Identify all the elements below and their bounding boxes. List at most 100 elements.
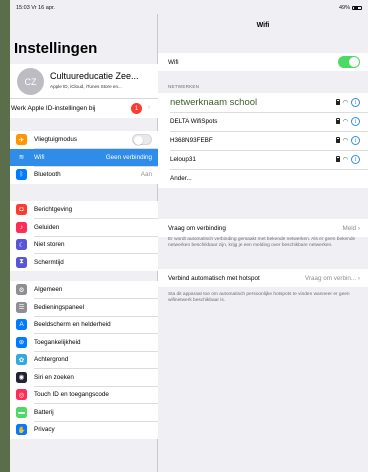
apple-id-profile[interactable]: CZ Cultuureducatie Zee... Apple ID, iClo… (10, 64, 158, 98)
chevron-right-icon: › (148, 104, 151, 111)
network-row[interactable]: DELTA WifiSpots ◠ i (158, 112, 368, 131)
battery-icon: ▬ (16, 406, 27, 418)
wifi-signal-icon: ◠ (342, 137, 348, 144)
wifi-toggle-label: Wifi (168, 58, 179, 66)
network-row[interactable]: netwerknaam school ◠ i (158, 93, 368, 112)
auto-hotspot-note: Sta dit apparaat toe om automatisch pers… (168, 292, 350, 303)
sidebar-item-touch-id-en-toegangscode[interactable]: ◎ Touch ID en toegangscode (10, 386, 158, 404)
sidebar-item-label: Vliegtuigmodus (34, 136, 78, 144)
info-icon[interactable]: i (351, 98, 360, 107)
sidebar-item-label: Wifi (34, 153, 45, 161)
hourglass-icon: ⧗ (16, 256, 27, 268)
connectivity-group: ✈ Vliegtuigmodus ≋ Wifi Geen verbinding ᛒ Blue… (10, 131, 158, 184)
siri-icon: ◉ (16, 371, 27, 383)
wifi-detail-pane: Wifi Wifi NETWERKEN netwerknaam school ◠ i… (158, 14, 368, 472)
ask-to-join-value: Meld › (342, 224, 360, 232)
other-network-label: Ander... (170, 175, 192, 182)
ask-to-join-row[interactable]: Vraag om verbinding Meld › (158, 219, 368, 237)
gear-icon: ⚙ (16, 284, 27, 296)
networks-header: NETWERKEN (168, 84, 200, 89)
sidebar-item-beeldscherm-en-helderheid[interactable]: A Beeldscherm en helderheid (10, 316, 158, 334)
sidebar-item-wifi[interactable]: ≋ Wifi Geen verbinding (10, 148, 158, 166)
wifi-toggle[interactable] (338, 56, 360, 68)
wallpaper-icon: ✿ (16, 354, 27, 366)
hotspot-group: Verbind automatisch met hotspot Vraag om… (158, 269, 368, 287)
sidebar-item-berichtgeving[interactable]: ◘ Berichtgeving (10, 201, 158, 219)
battery-icon (352, 5, 362, 11)
sidebar-item-label: Siri en zoeken (34, 373, 74, 381)
page-title: Instellingen (14, 40, 98, 57)
sidebar-item-value: Aan (140, 171, 152, 179)
wifi-toggle-group: Wifi (158, 53, 368, 71)
info-icon[interactable]: i (351, 136, 360, 145)
info-icon[interactable]: i (351, 155, 360, 164)
sidebar-item-label: Beeldscherm en helderheid (34, 321, 111, 329)
profile-subtitle: Apple ID, iCloud, iTunes Store en... (50, 84, 122, 89)
notifications-icon: ◘ (16, 204, 27, 216)
lock-icon (335, 155, 341, 163)
battery-percent: 49% (338, 5, 350, 11)
network-row[interactable]: Leloup31 ◠ i (158, 150, 368, 169)
wifi-signal-icon: ◠ (342, 99, 348, 106)
network-name: H368N93FEBF (170, 137, 213, 144)
notification-badge: 1 (131, 103, 142, 114)
ask-to-join-label: Vraag om verbinding (168, 224, 226, 232)
sidebar-item-label: Batterij (34, 408, 54, 416)
sidebar-item-label: Bluetooth (34, 171, 61, 179)
sidebar-item-batterij[interactable]: ▬ Batterij (10, 404, 158, 422)
wifi-icon: ≋ (16, 151, 27, 163)
airplane-icon: ✈ (16, 134, 27, 146)
status-time: 15:03 Vr 16 apr. (16, 5, 55, 11)
sidebar-item-label: Berichtgeving (34, 206, 73, 214)
networks-list: netwerknaam school ◠ i DELTA WifiSpots ◠ i H36… (158, 93, 368, 188)
network-name: DELTA WifiSpots (170, 118, 218, 125)
lock-icon (335, 117, 341, 125)
sidebar-item-label: Schermtijd (34, 258, 64, 266)
sounds-icon: ♪ (16, 221, 27, 233)
sidebar-item-geluiden[interactable]: ♪ Geluiden (10, 219, 158, 237)
sidebar-item-label: Toegankelijkheid (34, 338, 81, 346)
airplane-mode-toggle[interactable] (132, 134, 152, 146)
sidebar-item-schermtijd[interactable]: ⧗ Schermtijd (10, 254, 158, 272)
info-icon[interactable]: i (351, 117, 360, 126)
sidebar-item-achtergrond[interactable]: ✿ Achtergrond (10, 351, 158, 369)
network-name: Leloup31 (170, 156, 196, 163)
avatar: CZ (17, 68, 44, 95)
auto-hotspot-row[interactable]: Verbind automatisch met hotspot Vraag om… (158, 269, 368, 287)
sidebar-item-label: Privacy (34, 426, 55, 434)
auto-hotspot-label: Verbind automatisch met hotspot (168, 274, 260, 282)
other-network-row[interactable]: Ander... (158, 169, 368, 188)
auto-hotspot-value: Vraag om verbin... › (304, 274, 360, 282)
network-row[interactable]: H368N93FEBF ◠ i (158, 131, 368, 150)
lock-icon (335, 98, 341, 106)
update-apple-id-label: Werk Apple ID-instellingen bij (11, 105, 96, 112)
wifi-signal-icon: ◠ (342, 118, 348, 125)
settings-sidebar: Instellingen CZ Cultuureducatie Zee... A… (10, 14, 158, 472)
fingerprint-icon: ◎ (16, 389, 27, 401)
lock-icon (335, 136, 341, 144)
sidebar-item-label: Algemeen (34, 286, 63, 294)
sidebar-item-bluetooth[interactable]: ᛒ Bluetooth Aan (10, 166, 158, 184)
sidebar-item-algemeen[interactable]: ⚙ Algemeen (10, 281, 158, 299)
update-apple-id-row[interactable]: Werk Apple ID-instellingen bij 1 › (10, 98, 158, 118)
hand-icon: ✋ (16, 424, 27, 436)
network-name: netwerknaam school (170, 97, 258, 108)
ask-to-join-note: Er wordt automatisch verbinding gemaakt … (168, 237, 356, 248)
sidebar-item-privacy[interactable]: ✋ Privacy (10, 421, 158, 439)
general-group: ⚙ Algemeen ☰ Bedieningspaneel A Beeldscherm e… (10, 281, 158, 439)
sidebar-item-toegankelijkheid[interactable]: ⊛ Toegankelijkheid (10, 334, 158, 352)
moon-icon: ☾ (16, 239, 27, 251)
network-status-icons: ◠ i (335, 155, 360, 164)
ipad-screen: 15:03 Vr 16 apr. 49% Instellingen CZ Cul… (10, 0, 368, 472)
nav-title: Wifi (256, 22, 270, 29)
status-bar: 15:03 Vr 16 apr. 49% (10, 0, 368, 14)
control-center-icon: ☰ (16, 301, 27, 313)
display-icon: A (16, 319, 27, 331)
sidebar-item-vliegtuigmodus[interactable]: ✈ Vliegtuigmodus (10, 131, 158, 149)
sidebar-item-niet-storen[interactable]: ☾ Niet storen (10, 236, 158, 254)
sidebar-item-bedieningspaneel[interactable]: ☰ Bedieningspaneel (10, 299, 158, 317)
notifications-group: ◘ Berichtgeving ♪ Geluiden ☾ Niet storen ⧗ Sche… (10, 201, 158, 271)
sidebar-item-label: Achtergrond (34, 356, 69, 364)
sidebar-item-siri-en-zoeken[interactable]: ◉ Siri en zoeken (10, 369, 158, 387)
profile-name: Cultuureducatie Zee... (50, 71, 139, 81)
